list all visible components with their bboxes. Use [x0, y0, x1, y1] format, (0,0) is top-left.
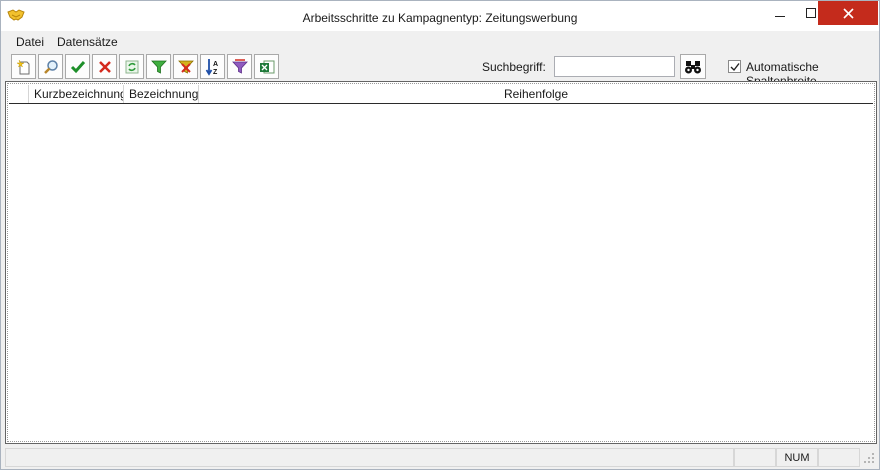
confirm-button[interactable] [65, 54, 90, 79]
svg-text:Z: Z [213, 69, 218, 76]
remove-filter-icon [177, 60, 194, 74]
window-title: Arbeitsschritte zu Kampagnentyp: Zeitung… [302, 11, 578, 25]
svg-text:A: A [213, 61, 218, 68]
toolbar: A Z Suchbegriff: Automatische [1, 53, 879, 88]
filter-icon [150, 60, 167, 74]
search-button[interactable] [680, 54, 706, 79]
menu-datei[interactable]: Datei [16, 35, 44, 49]
refresh-icon [125, 60, 138, 73]
excel-export-icon [259, 60, 274, 73]
close-button[interactable] [818, 1, 878, 25]
grid-header: Kurzbezeichnung Bezeichnung Reihenfolge [9, 85, 873, 104]
new-record-button[interactable] [11, 54, 36, 79]
minimize-button[interactable] [767, 1, 793, 25]
search-label: Suchbegriff: [482, 60, 546, 74]
data-grid[interactable]: Kurzbezeichnung Bezeichnung Reihenfolge [5, 81, 877, 444]
filter-options-button[interactable] [227, 54, 252, 79]
column-header-reihenfolge[interactable]: Reihenfolge [199, 85, 873, 103]
maximize-icon [806, 8, 816, 18]
new-record-icon [15, 59, 29, 74]
status-panel [734, 448, 776, 467]
remove-filter-button[interactable] [173, 54, 198, 79]
filter-options-icon [231, 58, 248, 74]
status-num-indicator: NUM [776, 448, 818, 467]
search-magnifier-icon [43, 59, 58, 74]
column-header-kurzbezeichnung[interactable]: Kurzbezeichnung [29, 85, 124, 103]
auto-column-width-checkbox[interactable] [728, 60, 741, 73]
filter-button[interactable] [146, 54, 171, 79]
binoculars-icon [685, 60, 701, 73]
sort-button[interactable]: A Z [200, 54, 225, 79]
cancel-x-icon [98, 60, 111, 73]
cancel-button[interactable] [92, 54, 117, 79]
checkmark-icon [730, 62, 740, 71]
search-record-button[interactable] [38, 54, 63, 79]
main-window: Arbeitsschritte zu Kampagnentyp: Zeitung… [0, 0, 880, 470]
minimize-icon [775, 15, 785, 17]
search-input[interactable] [554, 56, 675, 77]
column-header-bezeichnung[interactable]: Bezeichnung [124, 85, 199, 103]
title-bar: Arbeitsschritte zu Kampagnentyp: Zeitung… [1, 1, 879, 31]
status-panel [818, 448, 860, 467]
excel-export-button[interactable] [254, 54, 279, 79]
row-selector-header[interactable] [9, 85, 29, 103]
status-bar: NUM [1, 447, 879, 469]
close-icon [842, 7, 854, 19]
sort-az-icon: A Z [205, 58, 218, 76]
refresh-button[interactable] [119, 54, 144, 79]
menu-datensaetze[interactable]: Datensätze [57, 35, 118, 49]
status-panel-main [5, 448, 734, 467]
menu-bar: Datei Datensätze [1, 32, 879, 52]
confirm-check-icon [70, 60, 85, 73]
resize-grip-icon[interactable] [863, 452, 875, 464]
